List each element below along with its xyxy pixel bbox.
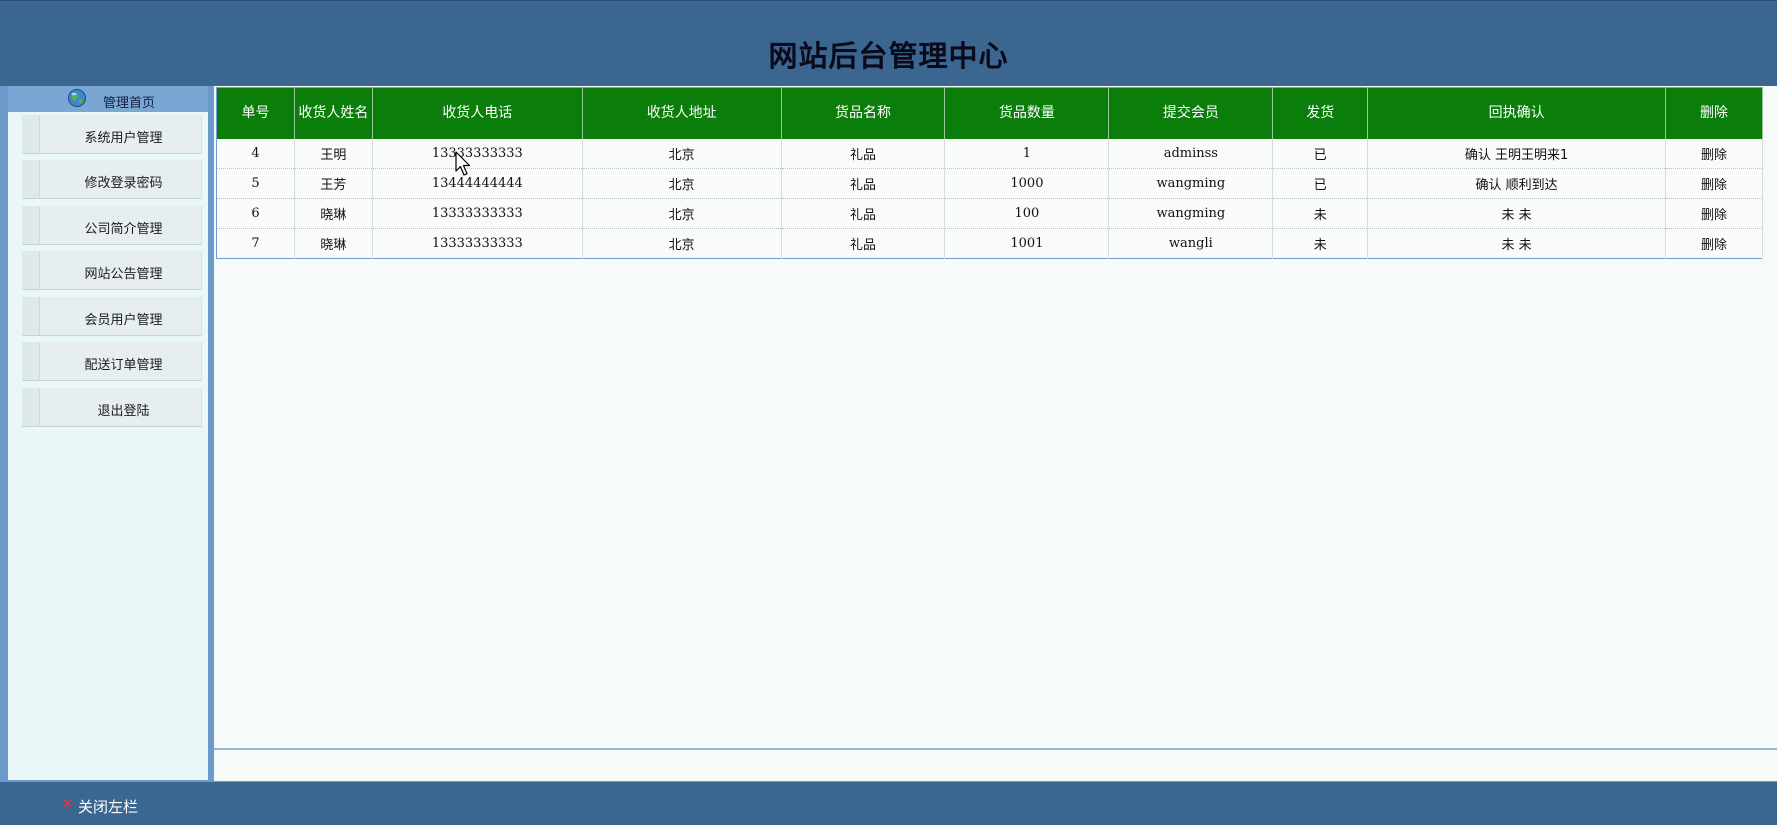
sidebar-menu: 系统用户管理 修改登录密码 公司简介管理 网站公告管理 会员用户管理 配送订单管…	[8, 112, 208, 780]
close-sidebar-link[interactable]: 关闭左栏	[78, 796, 138, 817]
recipient-name: 晓琳	[294, 228, 373, 259]
delete-link[interactable]: 删除	[1665, 198, 1764, 229]
product-qty: 1001	[944, 228, 1110, 259]
submitting-member: wangming	[1108, 168, 1274, 199]
recipient-name: 王芳	[294, 168, 373, 199]
column-header: 删除	[1665, 87, 1764, 139]
sidebar-item-label: 修改登录密码	[84, 176, 163, 191]
column-header: 货品名称	[781, 87, 946, 139]
sidebar-item-system-users[interactable]: 系统用户管理	[22, 115, 202, 154]
receipt-confirmation: 未 未	[1367, 198, 1666, 229]
sidebar-item-label: 系统用户管理	[84, 131, 163, 146]
product-name: 礼品	[781, 138, 946, 169]
column-header: 收货人姓名	[294, 87, 373, 139]
product-qty: 1	[944, 138, 1110, 169]
product-name: 礼品	[781, 198, 946, 229]
sidebar-home-label: 管理首页	[103, 96, 156, 111]
order-id: 6	[216, 198, 295, 229]
recipient-phone: 13333333333	[372, 228, 583, 259]
sidebar-home-link[interactable]: 管理首页	[8, 86, 208, 112]
product-qty: 100	[944, 198, 1110, 229]
recipient-address: 北京	[582, 138, 782, 169]
recipient-phone: 13333333333	[372, 138, 583, 169]
main-divider	[214, 748, 1777, 750]
column-header: 发货	[1272, 87, 1369, 139]
receipt-confirmation: 未 未	[1367, 228, 1666, 259]
table-row: 5 王芳 13444444444 北京 礼品 1000 wangming 已 确…	[216, 168, 1764, 199]
sidebar-item-label: 退出登陆	[97, 404, 150, 419]
sidebar-item-label: 公司简介管理	[84, 222, 163, 237]
product-name: 礼品	[781, 228, 946, 259]
shipped-status: 已	[1272, 168, 1369, 199]
mouse-cursor-icon	[455, 151, 471, 176]
top-banner: 网站后台管理中心	[0, 0, 1777, 86]
shipped-status: 未	[1272, 198, 1369, 229]
recipient-phone: 13333333333	[372, 198, 583, 229]
delete-link[interactable]: 删除	[1665, 228, 1764, 259]
column-header: 货品数量	[944, 87, 1110, 139]
recipient-phone: 13444444444	[372, 168, 583, 199]
table-row: 6 晓琳 13333333333 北京 礼品 100 wangming 未 未 …	[216, 198, 1764, 229]
order-id: 4	[216, 138, 295, 169]
sidebar-item-label: 会员用户管理	[84, 313, 163, 328]
orders-table: 单号 收货人姓名 收货人电话 收货人地址 货品名称 货品数量 提交会员 发货 回…	[216, 87, 1764, 259]
order-id: 5	[216, 168, 295, 199]
close-icon[interactable]: ✕	[62, 797, 73, 812]
table-row: 4 王明 13333333333 北京 礼品 1 adminss 已 确认 王明…	[216, 138, 1764, 169]
sidebar-item-site-announcements[interactable]: 网站公告管理	[22, 251, 202, 290]
sidebar-item-change-password[interactable]: 修改登录密码	[22, 160, 202, 199]
receipt-confirmation: 确认 顺利到达	[1367, 168, 1666, 199]
recipient-address: 北京	[582, 168, 782, 199]
product-qty: 1000	[944, 168, 1110, 199]
sidebar-item-label: 网站公告管理	[84, 267, 163, 282]
table-row: 7 晓琳 13333333333 北京 礼品 1001 wangli 未 未 未…	[216, 228, 1764, 259]
sidebar-item-member-users[interactable]: 会员用户管理	[22, 297, 202, 336]
page-title: 网站后台管理中心	[768, 39, 1009, 73]
submitting-member: wangli	[1108, 228, 1274, 259]
sidebar-item-logout[interactable]: 退出登陆	[22, 388, 202, 427]
table-header-row: 单号 收货人姓名 收货人电话 收货人地址 货品名称 货品数量 提交会员 发货 回…	[216, 87, 1764, 139]
delete-link[interactable]: 删除	[1665, 138, 1764, 169]
product-name: 礼品	[781, 168, 946, 199]
recipient-name: 晓琳	[294, 198, 373, 229]
sidebar-item-label: 配送订单管理	[84, 358, 163, 373]
recipient-address: 北京	[582, 228, 782, 259]
submitting-member: wangming	[1108, 198, 1274, 229]
shipped-status: 未	[1272, 228, 1369, 259]
sidebar-item-company-profile[interactable]: 公司简介管理	[22, 206, 202, 245]
globe-icon	[68, 89, 86, 107]
sidebar-item-delivery-orders[interactable]: 配送订单管理	[22, 342, 202, 381]
order-id: 7	[216, 228, 295, 259]
column-header: 收货人电话	[372, 87, 583, 139]
recipient-name: 王明	[294, 138, 373, 169]
delete-link[interactable]: 删除	[1665, 168, 1764, 199]
column-header: 提交会员	[1108, 87, 1274, 139]
receipt-confirmation: 确认 王明王明来1	[1367, 138, 1666, 169]
column-header: 单号	[216, 87, 295, 139]
column-header: 收货人地址	[582, 87, 782, 139]
column-header: 回执确认	[1367, 87, 1666, 139]
recipient-address: 北京	[582, 198, 782, 229]
bottom-bar: ✕ 关闭左栏	[0, 781, 1777, 825]
shipped-status: 已	[1272, 138, 1369, 169]
submitting-member: adminss	[1108, 138, 1274, 169]
